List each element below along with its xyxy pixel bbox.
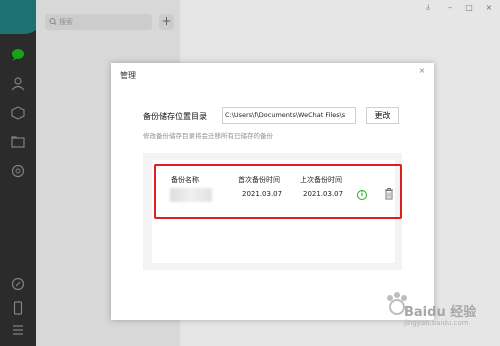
backup-name-blurred	[170, 188, 212, 202]
dialog-close-button[interactable]: ×	[417, 66, 427, 76]
info-icon[interactable]: i	[357, 190, 367, 200]
watermark-url: jingyan.baidu.com	[404, 319, 469, 327]
header-last-backup-time: 上次备份时间	[300, 176, 342, 184]
last-backup-time: 2021.03.07	[303, 190, 344, 198]
delete-icon[interactable]	[384, 187, 394, 200]
storage-path-field[interactable]: C:\Users\f\Documents\WeChat Files\s	[222, 107, 356, 124]
header-first-backup-time: 首次备份时间	[238, 176, 280, 184]
storage-location-label: 备份储存位置目录	[143, 112, 207, 121]
storage-hint: 修改备份储存目录将会迁移所有已储存的备份	[143, 132, 273, 140]
change-button[interactable]: 更改	[366, 107, 399, 124]
watermark-text: Baidu 经验	[404, 305, 477, 320]
dialog-title: 管理	[120, 71, 136, 80]
header-backup-name: 备份名称	[171, 176, 199, 184]
first-backup-time: 2021.03.07	[242, 190, 283, 198]
